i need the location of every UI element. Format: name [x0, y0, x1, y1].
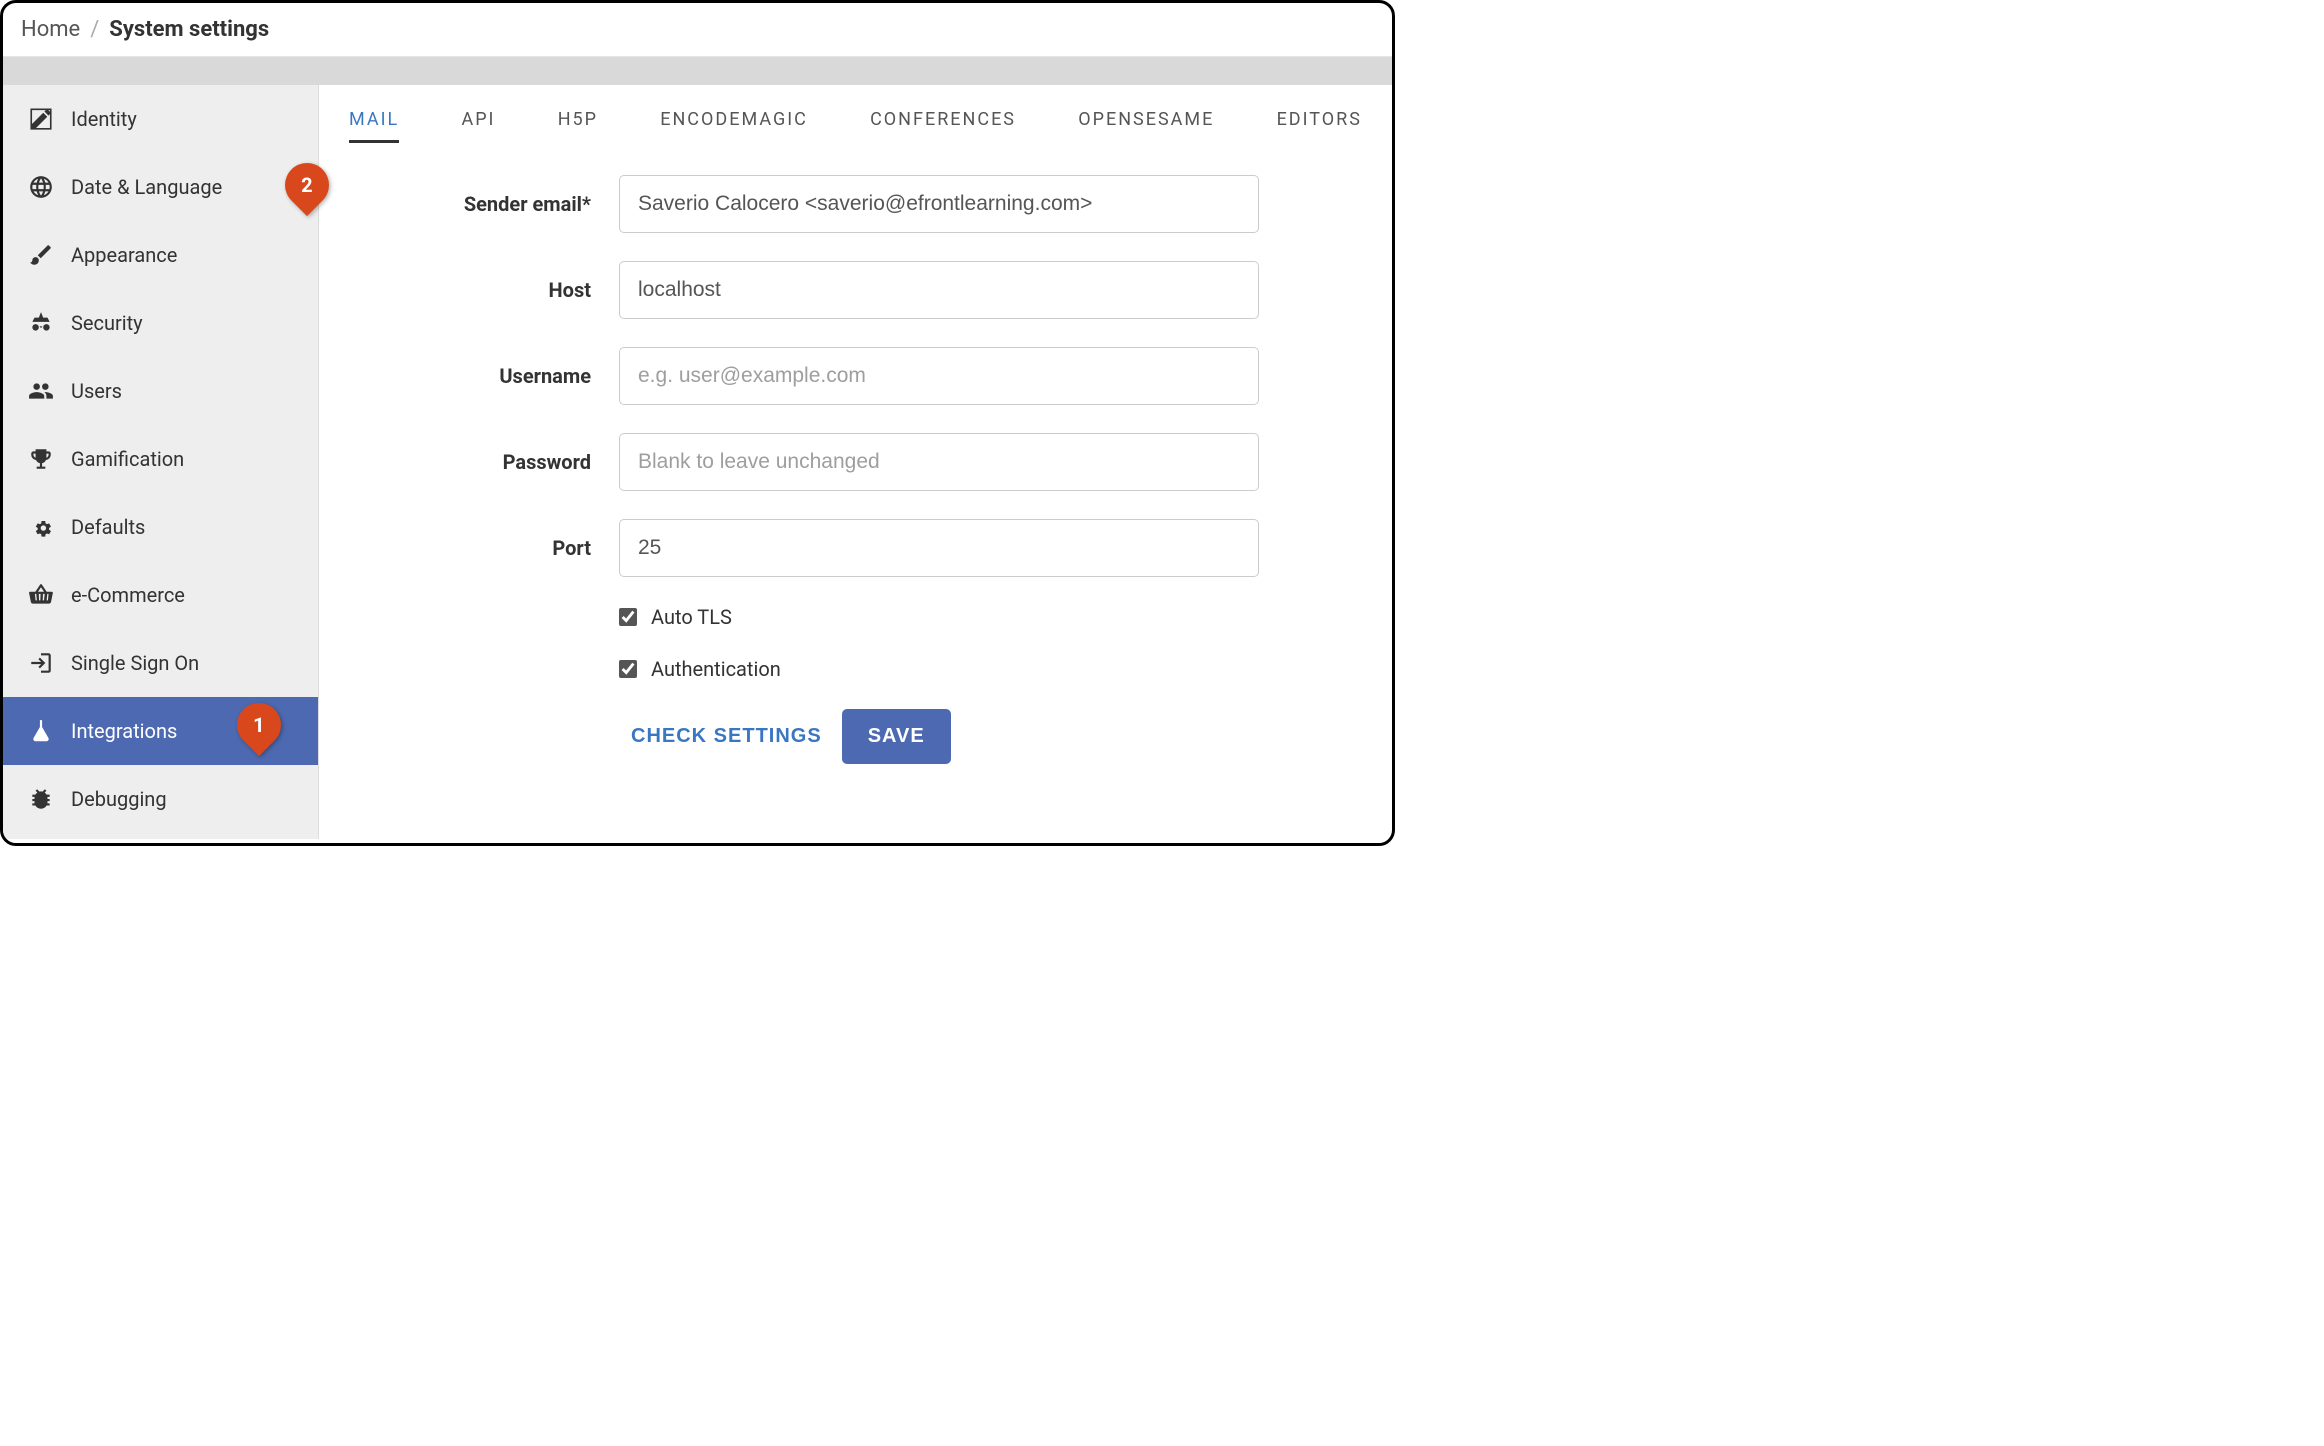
- sidebar-item-debugging[interactable]: Debugging: [3, 765, 318, 833]
- authentication-text: Authentication: [651, 657, 781, 681]
- sidebar-item-label: Gamification: [71, 447, 184, 471]
- sender-email-label: Sender email*: [349, 192, 619, 216]
- sidebar-item-label: e-Commerce: [71, 583, 185, 607]
- tabs: MAIL API H5P ENCODEMAGIC CONFERENCES OPE…: [349, 85, 1362, 151]
- authentication-checkbox-label[interactable]: Authentication: [619, 657, 781, 681]
- sidebar-item-sso[interactable]: Single Sign On: [3, 629, 318, 697]
- basket-icon: [27, 581, 55, 609]
- bug-icon: [27, 785, 55, 813]
- tab-h5p[interactable]: H5P: [558, 109, 598, 143]
- username-input[interactable]: [619, 347, 1259, 405]
- edit-icon: [27, 105, 55, 133]
- globe-icon: [27, 173, 55, 201]
- host-input[interactable]: [619, 261, 1259, 319]
- tab-editors[interactable]: EDITORS: [1277, 109, 1362, 143]
- sidebar-item-date-language[interactable]: Date & Language: [3, 153, 318, 221]
- sidebar-item-ecommerce[interactable]: e-Commerce: [3, 561, 318, 629]
- sidebar-item-label: Defaults: [71, 515, 145, 539]
- sidebar-item-identity[interactable]: Identity: [3, 85, 318, 153]
- port-label: Port: [349, 536, 619, 560]
- auto-tls-checkbox-label[interactable]: Auto TLS: [619, 605, 732, 629]
- password-input[interactable]: [619, 433, 1259, 491]
- sidebar-item-label: Debugging: [71, 787, 167, 811]
- breadcrumb-separator: /: [90, 17, 99, 42]
- check-settings-button[interactable]: CHECK SETTINGS: [631, 725, 822, 748]
- sidebar-item-users[interactable]: Users: [3, 357, 318, 425]
- mail-form: Sender email* Host Username Password Por…: [349, 175, 1362, 764]
- brush-icon: [27, 241, 55, 269]
- auto-tls-text: Auto TLS: [651, 605, 732, 629]
- trophy-icon: [27, 445, 55, 473]
- sidebar-item-label: Appearance: [71, 243, 177, 267]
- sidebar-item-defaults[interactable]: Defaults: [3, 493, 318, 561]
- save-button[interactable]: SAVE: [842, 709, 951, 764]
- breadcrumb: Home / System settings: [3, 3, 1392, 57]
- users-icon: [27, 377, 55, 405]
- host-label: Host: [349, 278, 619, 302]
- sender-email-input[interactable]: [619, 175, 1259, 233]
- sidebar-item-label: Identity: [71, 107, 137, 131]
- username-label: Username: [349, 364, 619, 388]
- breadcrumb-home[interactable]: Home: [21, 17, 80, 42]
- spy-icon: [27, 309, 55, 337]
- main-panel: MAIL API H5P ENCODEMAGIC CONFERENCES OPE…: [319, 85, 1392, 839]
- gears-icon: [27, 513, 55, 541]
- sidebar-item-gamification[interactable]: Gamification: [3, 425, 318, 493]
- authentication-checkbox[interactable]: [619, 660, 637, 678]
- flask-icon: [27, 717, 55, 745]
- tab-conferences[interactable]: CONFERENCES: [870, 109, 1016, 143]
- password-label: Password: [349, 450, 619, 474]
- tab-encodemagic[interactable]: ENCODEMAGIC: [660, 109, 808, 143]
- auto-tls-checkbox[interactable]: [619, 608, 637, 626]
- sidebar-item-label: Date & Language: [71, 175, 222, 199]
- sidebar-item-appearance[interactable]: Appearance: [3, 221, 318, 289]
- tab-mail[interactable]: MAIL: [349, 109, 399, 143]
- sidebar-item-label: Single Sign On: [71, 651, 199, 675]
- sidebar-item-security[interactable]: Security: [3, 289, 318, 357]
- divider-strip: [3, 57, 1392, 85]
- sidebar-item-label: Users: [71, 379, 122, 403]
- tab-api[interactable]: API: [461, 109, 495, 143]
- breadcrumb-current: System settings: [109, 17, 269, 42]
- signin-icon: [27, 649, 55, 677]
- sidebar-item-label: Security: [71, 311, 143, 335]
- port-input[interactable]: [619, 519, 1259, 577]
- tab-opensesame[interactable]: OPENSESAME: [1078, 109, 1214, 143]
- sidebar-item-label: Integrations: [71, 719, 177, 743]
